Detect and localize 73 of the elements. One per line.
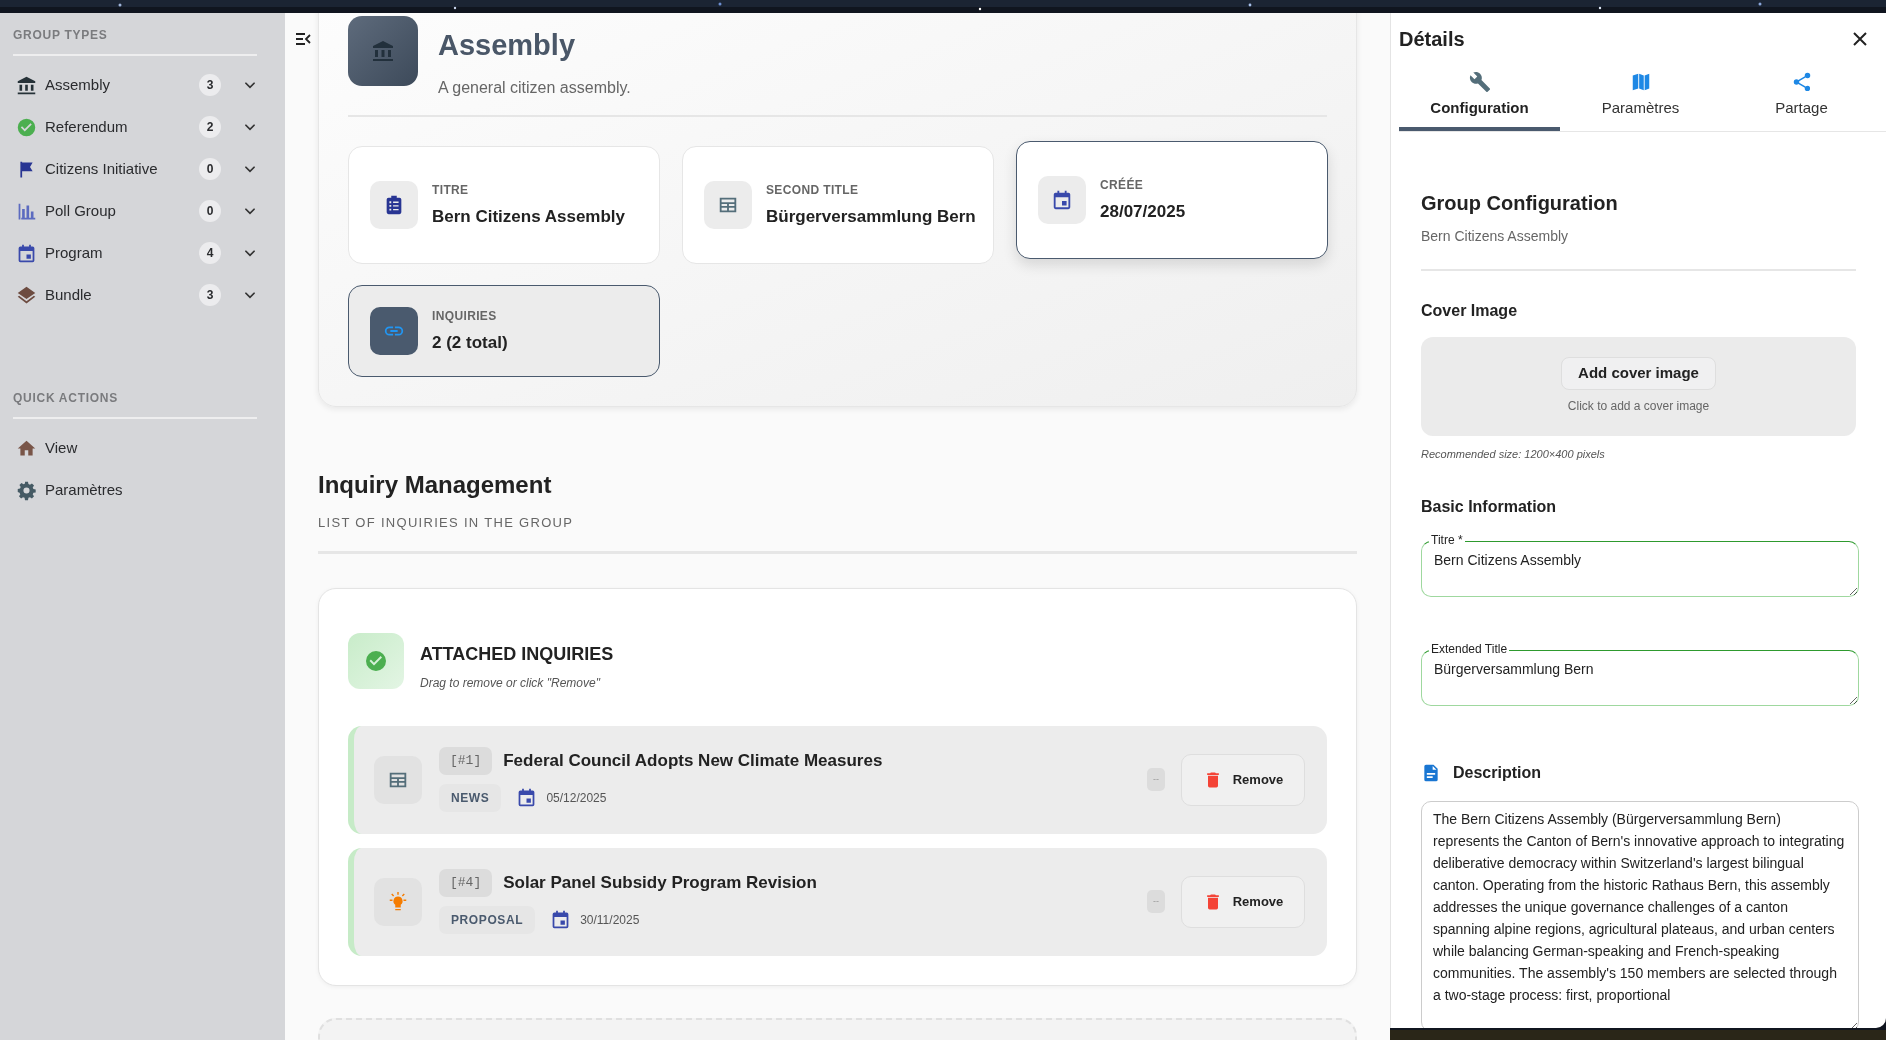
size-note: Recommended size: 1200×400 pixels	[1421, 447, 1606, 462]
info-label: TITRE	[432, 181, 470, 199]
remove-button[interactable]: Remove	[1181, 875, 1305, 928]
tab[interactable]: Partage	[1721, 63, 1882, 131]
type-tag: PROPOSAL	[439, 905, 536, 934]
inquiry-date: 30/11/2025	[580, 911, 640, 929]
count-badge: 4	[199, 242, 221, 264]
inquiry-title: Solar Panel Subsidy Program Revision	[503, 872, 817, 895]
info-card[interactable]: CRÉÉE 28/07/2025	[1016, 141, 1328, 259]
config-subtitle: Bern Citizens Assembly	[1421, 227, 1570, 246]
close-icon	[1853, 32, 1867, 46]
count-badge: 2	[199, 116, 221, 138]
dropzone-hint: Click to add a cover image	[1567, 398, 1710, 415]
field-heading: Cover Image	[1421, 301, 1519, 321]
bank-icon	[371, 39, 395, 63]
info-card[interactable]: TITRE Bern Citizens Assembly	[348, 146, 660, 264]
section-heading: GROUP TYPES	[13, 27, 109, 44]
sidebar-item[interactable]: Program 4	[13, 232, 257, 274]
sidebar-item[interactable]: Poll Group 0	[13, 190, 257, 232]
document-icon	[1421, 762, 1441, 783]
config-title: Group Configuration	[1421, 191, 1619, 216]
type-tag: NEWS	[439, 783, 502, 812]
count-badge: 3	[199, 284, 221, 306]
info-label: INQUIRIES	[432, 307, 498, 325]
sidebar-item[interactable]: Bundle 3	[13, 274, 257, 316]
section-title: Inquiry Management	[318, 470, 553, 500]
field-heading: Basic Information	[1421, 496, 1558, 517]
inquiry-date: 05/12/2025	[546, 789, 607, 807]
inquiry-row[interactable]: [#1] Federal Council Adopts New Climate Measures NEWS 05/12/2025 -- Remove	[348, 725, 1327, 834]
sidebar-item[interactable]: Assembly 3	[13, 64, 257, 106]
settings-icon	[16, 479, 37, 501]
calendar-icon	[16, 242, 37, 264]
reference-tag: [#1]	[439, 747, 493, 775]
card-hint: Drag to remove or click "Remove"	[420, 674, 602, 692]
info-card[interactable]: INQUIRIES 2 (2 total)	[348, 285, 660, 377]
count-badge: 0	[199, 158, 221, 180]
status-chip: --	[1147, 767, 1165, 792]
menu-collapse-icon[interactable]	[295, 32, 311, 46]
bank-icon	[16, 74, 37, 96]
wrench-icon	[1468, 70, 1491, 93]
inquiry-title: Federal Council Adopts New Climate Measures	[503, 750, 883, 773]
cover-image-dropzone[interactable]: Add cover image Click to add a cover image	[1421, 337, 1856, 436]
info-label: SECOND TITLE	[766, 181, 860, 199]
sidebar-item[interactable]: Citizens Initiative 0	[13, 148, 257, 190]
reference-tag: [#4]	[439, 869, 493, 897]
tab[interactable]: Paramètres	[1560, 63, 1721, 131]
description-field[interactable]: The Bern Citizens Assembly (Bürgerversammlung Bern) represents the Canton of Bern's innovative approach to integrating deliberative democracy within Switzerland's largest bilingual canton. Operating from the historic Rathaus Bern, this assembly addresses the unique governance challenges of a canton spanning alpine regions, agricultural plateaus, and urban centers while balancing German-speaking and French-speaking communities. The assembly's 150 members are selected through a two-stage process: first, proportional	[1421, 800, 1859, 1028]
info-value: 2 (2 total)	[432, 331, 508, 354]
sidebar-item[interactable]: Referendum 2	[13, 106, 257, 148]
info-value: Bern Citizens Assembly	[432, 205, 626, 228]
section-heading: QUICK ACTIONS	[13, 390, 119, 407]
group-subtitle: A general citizen assembly.	[438, 78, 631, 98]
sidebar-item[interactable]: View	[13, 427, 257, 469]
calendar-icon	[1051, 189, 1073, 211]
lightbulb-icon	[387, 890, 409, 913]
card-title: ATTACHED INQUIRIES	[420, 642, 614, 666]
section-subtitle: LIST OF INQUIRIES IN THE GROUP	[318, 514, 575, 532]
info-value: 28/07/2025	[1100, 200, 1186, 223]
count-badge: 0	[199, 200, 221, 222]
status-chip: --	[1147, 889, 1165, 914]
info-card[interactable]: SECOND TITLE Bürgerversammlung Bern	[682, 146, 994, 264]
count-badge: 3	[199, 74, 221, 96]
tab[interactable]: Configuration	[1399, 63, 1560, 131]
panel-title: Détails	[1399, 27, 1465, 52]
info-label: CRÉÉE	[1100, 176, 1145, 194]
add-cover-image-button[interactable]: Add cover image	[1561, 357, 1716, 390]
sidebar-item[interactable]: Paramètres	[13, 469, 257, 511]
field-heading: Description	[1453, 762, 1541, 783]
layers-icon	[16, 284, 37, 306]
inquiry-row[interactable]: [#4] Solar Panel Subsidy Program Revision PROPOSAL 30/11/2025 -- Remove	[348, 847, 1327, 956]
info-value: Bürgerversammlung Bern	[766, 205, 976, 228]
remove-button[interactable]: Remove	[1181, 753, 1305, 806]
group-title: Assembly	[438, 28, 576, 62]
